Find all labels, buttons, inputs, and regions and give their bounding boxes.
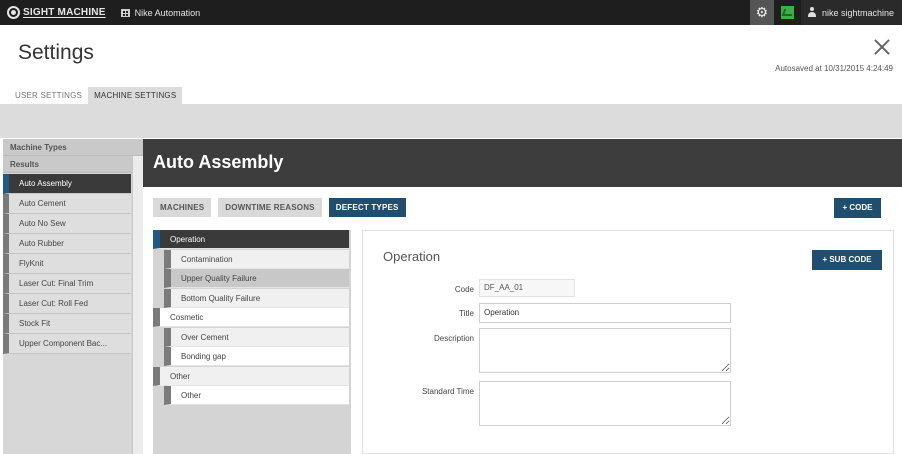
tree-item-over-cement[interactable]: Over Cement <box>164 328 349 347</box>
brand-name: SIGHT MACHINE <box>23 7 106 18</box>
top-right-controls: ⚙ nike sightmachine <box>749 0 902 25</box>
status-button[interactable] <box>774 0 801 25</box>
tree-item-bottom-quality-failure[interactable]: Bottom Quality Failure <box>164 289 349 308</box>
tab-defect-types[interactable]: DEFECT TYPES <box>328 198 406 217</box>
user-name: nike sightmachine <box>821 7 894 18</box>
sidebar-item-auto-no-sew[interactable]: Auto No Sew <box>3 214 131 234</box>
description-label: Description <box>433 334 474 343</box>
add-code-button[interactable]: + CODE <box>834 198 881 218</box>
sidebar-item-auto-cement[interactable]: Auto Cement <box>3 194 131 214</box>
sidebar-section-results[interactable]: Results <box>3 156 143 173</box>
person-icon <box>807 7 817 18</box>
panel-title: Operation <box>383 249 441 264</box>
close-icon[interactable] <box>873 38 891 56</box>
user-menu[interactable]: nike sightmachine <box>800 0 902 25</box>
content-header: Auto Assembly <box>143 139 902 187</box>
code-label: Code <box>454 285 474 294</box>
chart-icon <box>780 6 794 19</box>
building-icon <box>120 8 130 17</box>
title-field[interactable]: Operation <box>479 303 731 323</box>
machine-type-title: Auto Assembly <box>153 152 284 172</box>
code-field[interactable]: DF_AA_01 <box>479 279 575 297</box>
sidebar-item-auto-assembly[interactable]: Auto Assembly <box>3 174 131 194</box>
page-title: Settings <box>18 41 94 64</box>
tree-item-bonding-gap[interactable]: Bonding gap <box>164 347 349 366</box>
sidebar-item-flyknit[interactable]: FlyKnit <box>3 254 131 274</box>
description-field[interactable] <box>479 328 731 373</box>
sub-tabs: MACHINES DOWNTIME REASONS DEFECT TYPES <box>153 198 413 217</box>
machine-type-sidebar: Machine Types Results Auto Assembly Auto… <box>3 139 143 454</box>
settings-button[interactable]: ⚙ <box>749 0 774 25</box>
settings-tabs: USER SETTINGS MACHINE SETTINGS <box>9 87 183 104</box>
title-label: Title <box>459 309 474 318</box>
tab-machines[interactable]: MACHINES <box>153 198 212 217</box>
standard-time-field[interactable] <box>479 381 731 426</box>
sidebar-item-laser-cut-final-trim[interactable]: Laser Cut: Final Trim <box>3 274 131 294</box>
brand-logo[interactable]: SIGHT MACHINE <box>7 6 106 19</box>
tree-item-other-child[interactable]: Other <box>164 386 349 405</box>
sidebar-scrollbar[interactable] <box>132 156 143 454</box>
sidebar-item-auto-rubber[interactable]: Auto Rubber <box>3 234 131 254</box>
tab-machine-settings[interactable]: MACHINE SETTINGS <box>88 87 183 104</box>
tab-toolbar-strip <box>0 104 902 138</box>
tree-item-contamination[interactable]: Contamination <box>164 250 349 269</box>
sight-machine-logo-icon <box>7 6 20 19</box>
top-navigation-bar: SIGHT MACHINE Nike Automation ⚙ nike sig… <box>0 0 902 25</box>
defect-code-tree: Operation Contamination Upper Quality Fa… <box>153 230 351 454</box>
sidebar-item-stock-fit[interactable]: Stock Fit <box>3 314 131 334</box>
company-selector[interactable]: Nike Automation <box>120 7 201 18</box>
standard-time-label: Standard Time <box>421 387 474 396</box>
gear-icon: ⚙ <box>755 4 769 20</box>
sidebar-section-machine-types[interactable]: Machine Types <box>3 139 143 156</box>
autosave-status: Autosaved at 10/31/2015 4:24:49 <box>775 64 893 73</box>
tree-item-upper-quality-failure[interactable]: Upper Quality Failure <box>164 269 349 288</box>
company-name: Nike Automation <box>134 7 201 18</box>
sidebar-item-upper-component[interactable]: Upper Component Bac... <box>3 334 131 354</box>
tab-user-settings[interactable]: USER SETTINGS <box>9 87 88 104</box>
tab-downtime-reasons[interactable]: DOWNTIME REASONS <box>218 198 322 217</box>
add-sub-code-button[interactable]: + SUB CODE <box>812 250 882 270</box>
sidebar-item-laser-cut-roll-fed[interactable]: Laser Cut: Roll Fed <box>3 294 131 314</box>
tree-item-other[interactable]: Other <box>153 367 349 386</box>
tree-item-operation[interactable]: Operation <box>153 230 349 249</box>
tree-item-cosmetic[interactable]: Cosmetic <box>153 308 349 327</box>
